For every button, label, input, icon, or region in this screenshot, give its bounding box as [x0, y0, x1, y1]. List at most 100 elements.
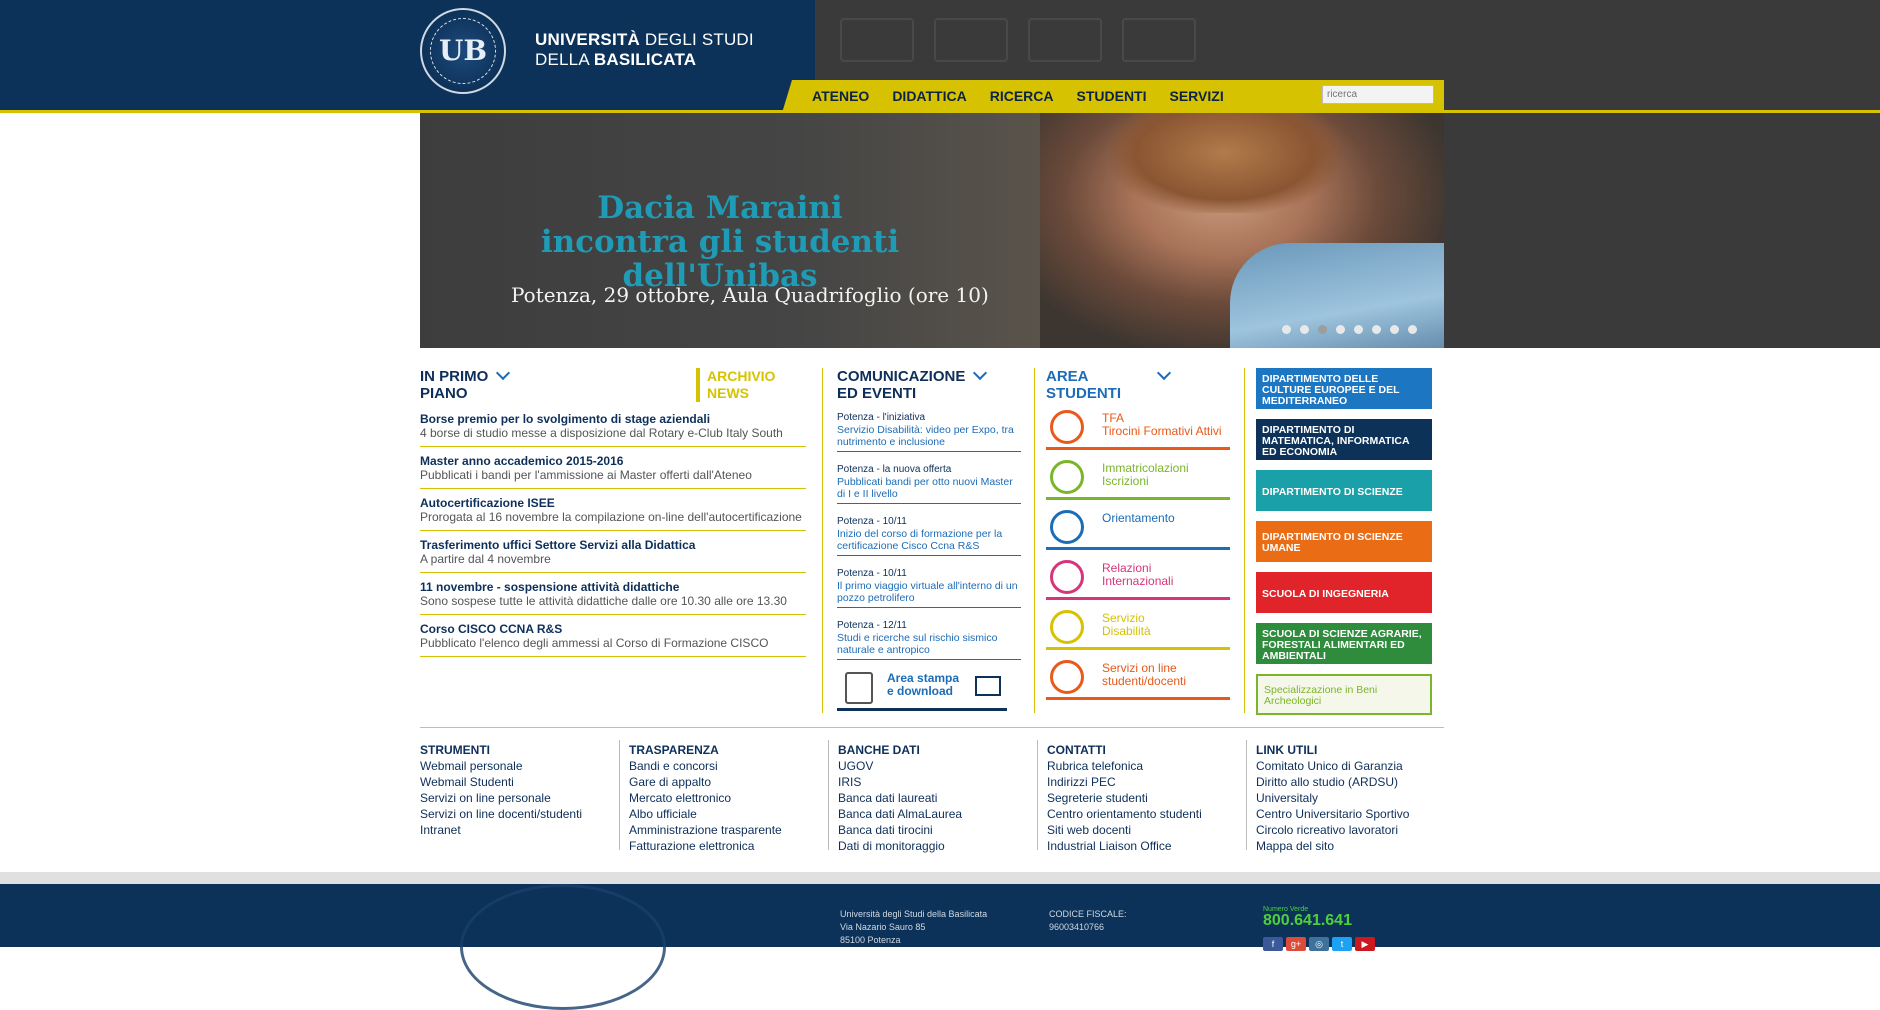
area-stampa-banner[interactable]: Area stampa e download: [837, 666, 1007, 711]
department-link[interactable]: Specializzazione in Beni Archeologici: [1256, 674, 1432, 715]
twitter-icon[interactable]: t: [1332, 937, 1352, 951]
slider-dot[interactable]: [1318, 325, 1327, 334]
footer-link[interactable]: Servizi on line personale: [420, 790, 620, 806]
area-studenti-item[interactable]: Servizio Disabilità: [1046, 606, 1230, 650]
column-divider: [1034, 368, 1035, 713]
footer-link[interactable]: Webmail Studenti: [420, 774, 620, 790]
department-link[interactable]: DIPARTIMENTO DI SCIENZE: [1256, 470, 1432, 511]
event-link[interactable]: Servizio Disabilità: video per Expo, tra…: [837, 424, 1021, 448]
footer-link[interactable]: Intranet: [420, 822, 620, 838]
footer-link[interactable]: Dati di monitoraggio: [838, 838, 1038, 854]
footer-link[interactable]: Fatturazione elettronica: [629, 838, 829, 854]
footer-link[interactable]: Albo ufficiale: [629, 806, 829, 822]
area-studenti-item[interactable]: Relazioni Internazionali: [1046, 556, 1230, 600]
news-item[interactable]: Corso CISCO CCNA R&S Pubblicato l'elenco …: [420, 622, 806, 657]
area-studenti-label: Immatricolazioni Iscrizioni: [1102, 462, 1189, 488]
event-item[interactable]: Potenza - 12/11 Studi e ricerche sul risc…: [837, 620, 1021, 660]
footer-link[interactable]: Universitaly: [1256, 790, 1456, 806]
footer-link[interactable]: Bandi e concorsi: [629, 758, 829, 774]
area-studenti-item[interactable]: Orientamento: [1046, 506, 1230, 550]
footer-link[interactable]: Banca dati AlmaLaurea: [838, 806, 1038, 822]
footer-link[interactable]: Amministrazione trasparente: [629, 822, 829, 838]
department-link[interactable]: DIPARTIMENTO DI SCIENZE UMANE: [1256, 521, 1432, 562]
slider-dot[interactable]: [1336, 325, 1345, 334]
event-item[interactable]: Potenza - 10/11 Il primo viaggio virtuale…: [837, 568, 1021, 608]
facebook-icon[interactable]: f: [1263, 937, 1283, 951]
slider-dot[interactable]: [1390, 325, 1399, 334]
footer-link[interactable]: Banca dati tirocini: [838, 822, 1038, 838]
nav-item[interactable]: STUDENTI: [1077, 88, 1147, 104]
footer-link[interactable]: Circolo ricreativo lavoratori: [1256, 822, 1456, 838]
footer-link[interactable]: Mappa del sito: [1256, 838, 1456, 854]
department-link[interactable]: DIPARTIMENTO DI MATEMATICA, INFORMATICA …: [1256, 419, 1432, 460]
footer-link[interactable]: Segreterie studenti: [1047, 790, 1247, 806]
footer-link[interactable]: Industrial Liaison Office: [1047, 838, 1247, 854]
slider-dot[interactable]: [1300, 325, 1309, 334]
footer-link[interactable]: Mercato elettronico: [629, 790, 829, 806]
news-title[interactable]: Master anno accademico 2015-2016: [420, 454, 806, 468]
area-studenti-item[interactable]: Servizi on line studenti/docenti: [1046, 656, 1230, 700]
slider-dot[interactable]: [1372, 325, 1381, 334]
event-link[interactable]: Studi e ricerche sul rischio sismico nat…: [837, 632, 1021, 656]
news-item[interactable]: Trasferimento uffici Settore Servizi all…: [420, 538, 806, 573]
news-title[interactable]: Autocertificazione ISEE: [420, 496, 806, 510]
event-link[interactable]: Pubblicati bandi per otto nuovi Master d…: [837, 476, 1021, 500]
archivio-news-link[interactable]: ARCHIVIO NEWS: [696, 368, 775, 402]
numero-verde[interactable]: Numero Verde 800.641.641: [1263, 906, 1352, 929]
footer-link[interactable]: Comitato Unico di Garanzia: [1256, 758, 1456, 774]
area-studenti-item[interactable]: Immatricolazioni Iscrizioni: [1046, 456, 1230, 500]
youtube-icon[interactable]: ▶: [1355, 937, 1375, 951]
slider-dot[interactable]: [1408, 325, 1417, 334]
chevron-down-icon[interactable]: [1156, 365, 1171, 381]
footer-link[interactable]: IRIS: [838, 774, 1038, 790]
chevron-down-icon[interactable]: [973, 365, 988, 381]
partner-logos-faded: [840, 18, 1440, 68]
department-link[interactable]: DIPARTIMENTO DELLE CULTURE EUROPEE E DEL…: [1256, 368, 1432, 409]
event-item[interactable]: Potenza - l'iniziativa Servizio Disabilit…: [837, 412, 1021, 452]
news-title[interactable]: Borse premio per lo svolgimento di stage…: [420, 412, 806, 426]
footer-link[interactable]: Webmail personale: [420, 758, 620, 774]
footer-link[interactable]: Centro orientamento studenti: [1047, 806, 1247, 822]
news-item[interactable]: 11 novembre - sospensione attività didat…: [420, 580, 806, 615]
footer-link-heading: LINK UTILI: [1256, 743, 1318, 757]
footer-link[interactable]: Gare di appalto: [629, 774, 829, 790]
department-link[interactable]: SCUOLA DI INGEGNERIA: [1256, 572, 1432, 613]
search-input[interactable]: [1322, 85, 1434, 104]
nav-item[interactable]: RICERCA: [990, 88, 1054, 104]
footer-link[interactable]: Rubrica telefonica: [1047, 758, 1247, 774]
event-link[interactable]: Il primo viaggio virtuale all'interno di…: [837, 580, 1021, 604]
footer-link[interactable]: Servizi on line docenti/studenti: [420, 806, 620, 822]
event-link[interactable]: Inizio del corso di formazione per la ce…: [837, 528, 1021, 552]
nav-item[interactable]: DIDATTICA: [892, 88, 966, 104]
news-title[interactable]: 11 novembre - sospensione attività didat…: [420, 580, 806, 594]
area-studenti-item[interactable]: TFA Tirocini Formativi Attivi: [1046, 406, 1230, 450]
instagram-icon[interactable]: ◎: [1309, 937, 1329, 951]
university-name[interactable]: UNIVERSITÀ DEGLI STUDI DELLA BASILICATA: [535, 30, 754, 70]
news-item[interactable]: Borse premio per lo svolgimento di stage…: [420, 412, 806, 447]
hero-title: Dacia Maraini incontra gli studenti dell…: [510, 191, 930, 293]
university-seal-logo[interactable]: UB: [420, 8, 506, 94]
footer-link[interactable]: Diritto allo studio (ARDSU): [1256, 774, 1456, 790]
slider-dot[interactable]: [1282, 325, 1291, 334]
department-link[interactable]: SCUOLA DI SCIENZE AGRARIE, FORESTALI ALI…: [1256, 623, 1432, 664]
google-plus-icon[interactable]: g+: [1286, 937, 1306, 951]
footer-link[interactable]: UGOV: [838, 758, 1038, 774]
news-title[interactable]: Corso CISCO CCNA R&S: [420, 622, 806, 636]
event-item[interactable]: Potenza - 10/11 Inizio del corso di forma…: [837, 516, 1021, 556]
nav-item[interactable]: SERVIZI: [1170, 88, 1224, 104]
footer-link[interactable]: Siti web docenti: [1047, 822, 1247, 838]
area-studenti-title[interactable]: AREA STUDENTI: [1046, 365, 1230, 402]
news-item[interactable]: Autocertificazione ISEE Prorogata al 16 n…: [420, 496, 806, 531]
event-item[interactable]: Potenza - la nuova offerta Pubblicati ban…: [837, 464, 1021, 504]
footer-link[interactable]: Centro Universitario Sportivo: [1256, 806, 1456, 822]
chevron-down-icon[interactable]: [496, 365, 511, 381]
slider-dot[interactable]: [1354, 325, 1363, 334]
comunicazione-title[interactable]: COMUNICAZIONE ED EVENTI: [837, 365, 1021, 402]
hero-slider[interactable]: Dacia Maraini incontra gli studenti dell…: [420, 113, 1444, 348]
news-item[interactable]: Master anno accademico 2015-2016 Pubblica…: [420, 454, 806, 489]
footer-link[interactable]: Indirizzi PEC: [1047, 774, 1247, 790]
nav-item[interactable]: ATENEO: [812, 88, 869, 104]
news-title[interactable]: Trasferimento uffici Settore Servizi all…: [420, 538, 806, 552]
footer-link[interactable]: Banca dati laureati: [838, 790, 1038, 806]
numero-verde-number: 800.641.641: [1263, 912, 1352, 929]
